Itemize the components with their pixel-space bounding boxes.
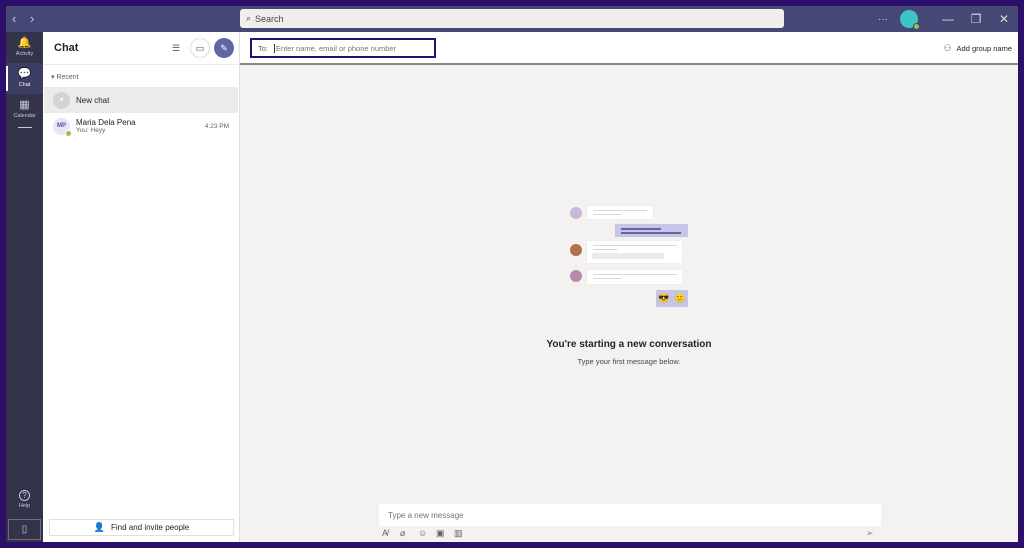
back-icon[interactable]: ‹ <box>12 11 16 26</box>
profile-avatar[interactable] <box>900 10 920 30</box>
conversation-pane: To: ⚇ Add group name 😎🙂 You're starting … <box>240 32 1018 542</box>
message-bubble-self <box>615 224 688 237</box>
minimize-button[interactable]: — <box>934 12 962 26</box>
find-invite-people-button[interactable]: 👤 Find and invite people <box>49 519 234 536</box>
smile-emoji-icon: 🙂 <box>674 293 686 303</box>
message-bubble <box>587 270 682 284</box>
compose-toolbar: A̸ ⌀ ☺ ▣ ▥ <box>382 528 472 539</box>
forward-icon[interactable]: › <box>30 11 34 26</box>
filter-icon[interactable]: ☰ <box>166 38 186 58</box>
rail-label: Calendar <box>13 113 36 119</box>
avatar-illustration <box>570 244 582 256</box>
rail-label: Help <box>18 503 31 509</box>
button-label: Add group name <box>956 44 1012 53</box>
avatar-illustration <box>570 207 582 219</box>
avatar: ● <box>53 91 70 109</box>
group-icon: ⚇ <box>943 43 952 53</box>
title-bar: ‹ › ⌕ Search ··· — ❐ ✕ <box>6 6 1018 32</box>
search-icon: ⌕ <box>246 13 252 23</box>
avatar: MP <box>53 117 72 137</box>
search-input[interactable]: ⌕ Search <box>240 9 784 28</box>
add-group-name-button[interactable]: ⚇ Add group name <box>943 43 1012 54</box>
bell-icon: 🔔 <box>17 37 32 49</box>
button-label: Find and invite people <box>110 523 190 532</box>
send-icon[interactable]: ➢ <box>866 528 874 539</box>
attach-icon[interactable]: ⌀ <box>400 528 418 539</box>
new-chat-icon[interactable]: ✎ <box>214 38 234 58</box>
teams-window: ‹ › ⌕ Search ··· — ❐ ✕ 🔔 Activity 💬 Chat… <box>6 6 1018 542</box>
mobile-app-button[interactable]: ▯ <box>8 519 41 540</box>
emoji-icon[interactable]: ☺ <box>418 528 436 539</box>
presence-indicator <box>65 129 72 137</box>
chat-preview: You: Heyy <box>76 127 106 134</box>
message-bubble <box>587 206 653 219</box>
rail-item-help[interactable]: ? Help <box>6 490 43 509</box>
emoji-bubble: 😎 🙂 <box>656 290 688 307</box>
help-icon: ? <box>19 490 30 501</box>
recipient-field[interactable]: To: <box>250 38 436 58</box>
rail-item-calendar[interactable]: ▦ Calendar <box>6 94 43 125</box>
app-rail: 🔔 Activity 💬 Chat ▦ Calendar ? Help ▯ <box>6 32 43 542</box>
chat-name: Maria Dela Pena <box>76 118 136 127</box>
rail-label: Activity <box>15 51 34 57</box>
chat-title: Chat <box>54 42 79 54</box>
phone-icon: ▯ <box>21 524 28 535</box>
avatar-illustration <box>570 270 582 282</box>
rail-item-activity[interactable]: 🔔 Activity <box>6 32 43 63</box>
recipient-input[interactable] <box>274 43 425 53</box>
search-placeholder: Search <box>255 13 284 24</box>
chat-item-maria[interactable]: MP Maria Dela Pena You: Heyy 4:23 PM <box>44 113 238 139</box>
message-bubble <box>587 241 682 263</box>
message-input[interactable] <box>388 510 868 520</box>
meet-now-icon[interactable]: ▭ <box>190 38 210 58</box>
person-add-icon: 👤 <box>93 522 105 532</box>
presence-indicator <box>913 23 920 30</box>
sunglasses-emoji-icon: 😎 <box>658 293 670 303</box>
chat-icon: 💬 <box>17 68 32 80</box>
avatar-initials: MP <box>57 123 66 129</box>
empty-state-title: You're starting a new conversation <box>546 339 712 350</box>
gif-icon[interactable]: ▣ <box>436 528 454 539</box>
chat-list-pane: Chat ☰ ▭ ✎ ▾ Recent ● New chat MP Maria … <box>43 32 240 542</box>
new-conversation-illustration: 😎 🙂 <box>570 204 695 309</box>
calendar-icon: ▦ <box>19 99 30 111</box>
close-button[interactable]: ✕ <box>990 12 1018 26</box>
maximize-button[interactable]: ❐ <box>962 12 990 26</box>
rail-item-chat[interactable]: 💬 Chat <box>6 63 43 94</box>
rail-label: Chat <box>18 82 31 88</box>
message-compose-box[interactable] <box>379 504 881 526</box>
more-options-button[interactable]: ··· <box>878 14 888 25</box>
more-apps-icon[interactable] <box>17 127 32 128</box>
poll-icon[interactable]: ▥ <box>454 528 472 539</box>
chat-name: New chat <box>76 95 110 105</box>
to-label: To: <box>258 43 269 53</box>
section-label: Recent <box>56 74 79 81</box>
recent-section-label[interactable]: ▾ Recent <box>43 65 239 87</box>
format-icon[interactable]: A̸ <box>382 528 400 539</box>
empty-state-subtitle: Type your first message below. <box>577 357 681 366</box>
chat-time: 4:23 PM <box>204 122 229 130</box>
chat-item-new-chat[interactable]: ● New chat <box>44 87 238 113</box>
